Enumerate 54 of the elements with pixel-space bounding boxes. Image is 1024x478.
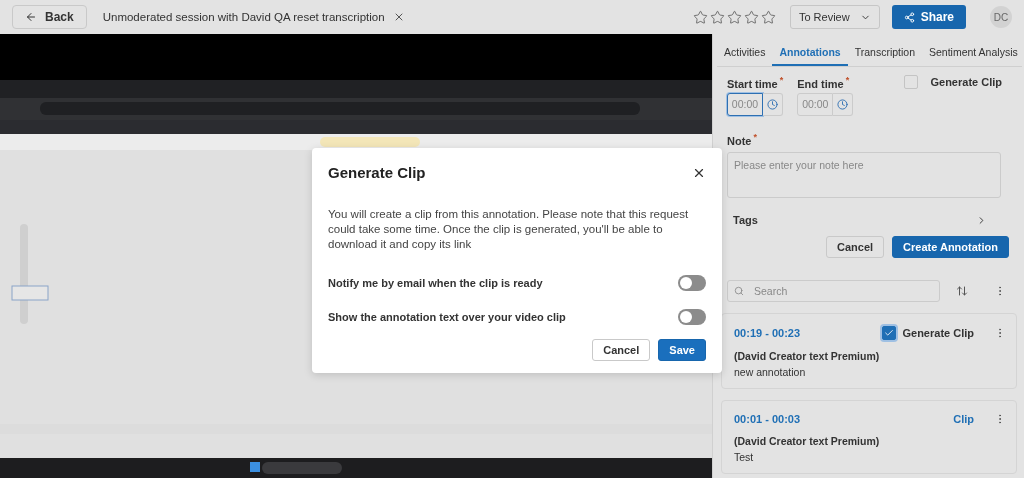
- arrow-left-icon: [25, 11, 37, 23]
- star-icon[interactable]: [760, 9, 776, 25]
- time-label: Start time $^{*}$: [727, 75, 784, 90]
- back-button[interactable]: Back: [12, 5, 87, 29]
- dialog-message: You will create a clip from this annotation. Please note that this request could take some time. Once the clip is generated, you'll be able to download it and copy its link: [328, 207, 690, 252]
- create-button[interactable]: Create Annotation: [892, 236, 1009, 259]
- sort-icon[interactable]: [956, 285, 968, 298]
- star-icon[interactable]: [709, 9, 725, 25]
- cancel-button[interactable]: Cancel: [826, 236, 885, 259]
- share-button[interactable]: Share: [891, 5, 966, 29]
- check-icon: [884, 328, 895, 339]
- panel-tab[interactable]: Transcription: [847, 42, 922, 66]
- annotation-author: (David Creator text Premium): [734, 435, 881, 448]
- share-icon: [903, 11, 915, 23]
- user-avatar[interactable]: DC: [990, 6, 1012, 28]
- generate-clip-checkbox[interactable]: [882, 326, 897, 341]
- panel-tab[interactable]: Activities: [717, 42, 773, 66]
- clock-icon: [837, 98, 849, 110]
- star-icon[interactable]: [692, 9, 708, 25]
- rating-stars[interactable]: [692, 9, 776, 25]
- cancel-button[interactable]: Cancel: [592, 339, 651, 361]
- generate-clip-label: Generate Clip: [930, 76, 1002, 88]
- annotation-card[interactable]: 00:19 - 00:23 Generate Clip (David Creator text Premium) new annotation: [721, 313, 1017, 390]
- panel-tab[interactable]: Sentiment Analysis: [922, 42, 1024, 66]
- tags-toggle[interactable]: Tags: [727, 214, 1001, 227]
- annotation-time[interactable]: 00:01 - 00:03: [734, 413, 948, 426]
- clock-button[interactable]: [763, 92, 783, 116]
- search-icon: [734, 286, 744, 297]
- annotation-time[interactable]: 00:19 - 00:23: [734, 327, 877, 340]
- option-label: Notify me by email when the clip is ready: [328, 277, 543, 289]
- clock-button[interactable]: [833, 92, 854, 116]
- note-label: Note $^{*}$: [727, 131, 758, 147]
- time-input[interactable]: 00:00: [727, 92, 763, 116]
- option-toggle[interactable]: [678, 275, 706, 291]
- generate-clip-checkbox[interactable]: [904, 75, 919, 89]
- star-icon[interactable]: [743, 9, 759, 25]
- annotation-card[interactable]: 00:01 - 00:03 Clip (David Creator text Premium) Test: [721, 400, 1017, 475]
- save-button[interactable]: Save: [658, 339, 706, 361]
- option-label: Show the annotation text over your video clip: [328, 311, 566, 323]
- clock-icon: [767, 98, 778, 110]
- star-icon[interactable]: [726, 9, 742, 25]
- clip-link[interactable]: Clip: [953, 413, 974, 426]
- annotation-text: Test: [734, 451, 755, 464]
- time-label: End time $^{*}$: [797, 75, 851, 90]
- dialog-title: Generate Clip: [328, 164, 426, 181]
- annotation-author: (David Creator text Premium): [734, 350, 881, 363]
- option-toggle[interactable]: [678, 309, 706, 325]
- generate-clip-label: Generate Clip: [902, 327, 974, 340]
- status-dropdown[interactable]: To Review: [789, 5, 880, 29]
- session-title: Unmoderated session with David QA reset transcription: [102, 11, 385, 23]
- annotation-text: new annotation: [734, 366, 807, 379]
- note-field[interactable]: Please enter your note here: [727, 152, 1001, 199]
- search-field[interactable]: Search: [727, 280, 940, 303]
- panel-tab[interactable]: Annotations: [772, 42, 848, 66]
